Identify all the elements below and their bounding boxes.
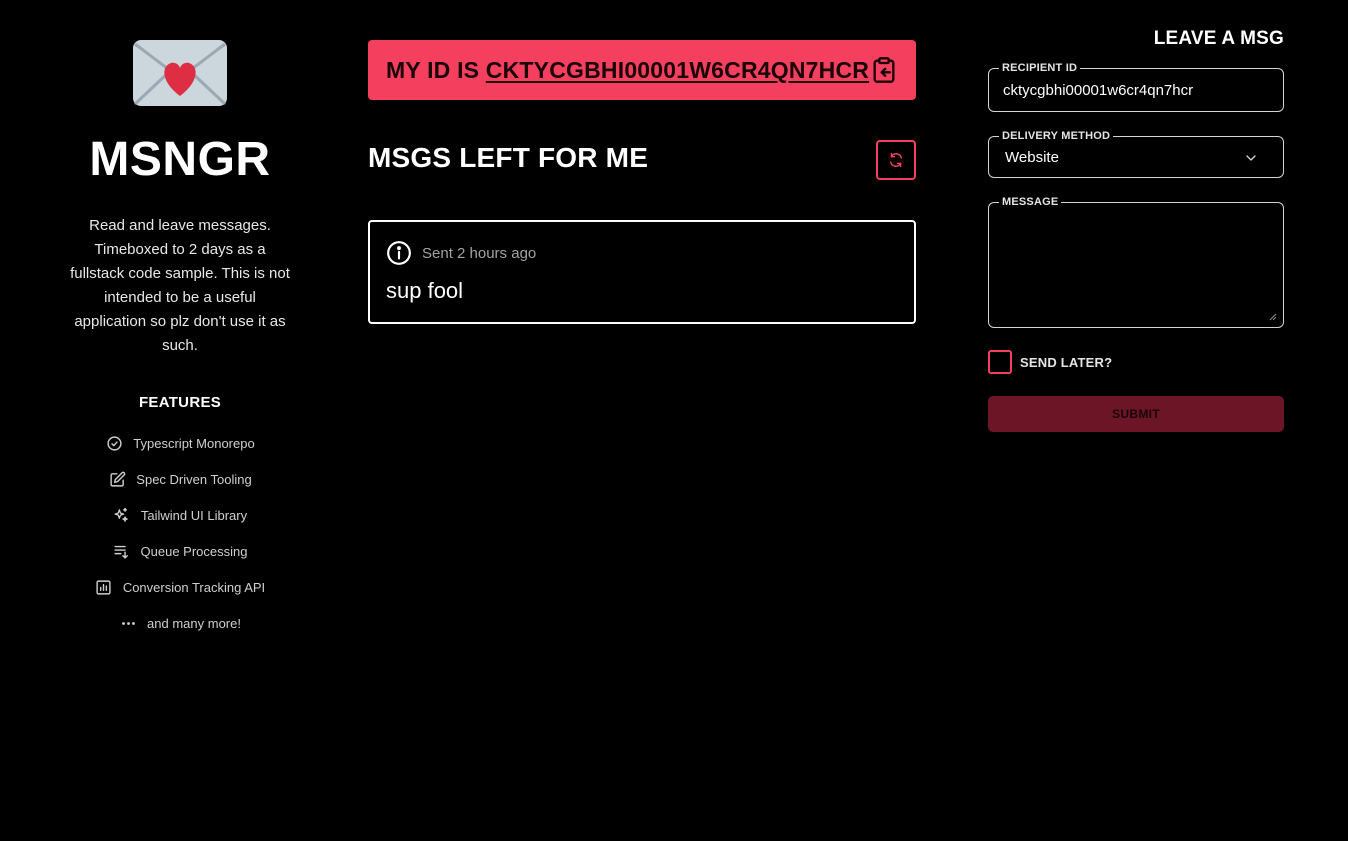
edit-icon — [108, 470, 126, 488]
chevron-down-icon — [1246, 155, 1256, 161]
feature-item-typescript-monorepo: Typescript Monorepo — [60, 425, 300, 461]
submit-button[interactable]: SUBMIT — [988, 396, 1284, 432]
feature-label: and many more! — [147, 615, 241, 631]
features-heading: FEATURES — [138, 394, 222, 411]
recipient-id-label: RECIPIENT ID — [999, 61, 1081, 75]
feature-item-conversion-tracking-api: Conversion Tracking API — [60, 569, 300, 605]
feature-item-tailwind-ui-library: Tailwind UI Library — [60, 497, 300, 533]
more-icon — [119, 614, 137, 632]
delivery-method-select[interactable]: DELIVERY METHOD Website — [988, 129, 1284, 178]
feature-item-spec-driven-tooling: Spec Driven Tooling — [60, 461, 300, 497]
sidebar: MSNGR Read and leave messages. Timeboxed… — [60, 30, 300, 641]
message-field: MESSAGE — [988, 195, 1284, 328]
feature-label: Spec Driven Tooling — [136, 471, 252, 487]
copy-id-button[interactable] — [869, 55, 898, 85]
feature-label: Queue Processing — [140, 543, 248, 559]
app-title: MSNGR — [89, 133, 271, 186]
form-heading: LEAVE A MSG — [1153, 28, 1284, 49]
chart-icon — [95, 578, 113, 596]
message-label: MESSAGE — [999, 195, 1062, 209]
delivery-method-label: DELIVERY METHOD — [999, 129, 1114, 143]
info-icon — [386, 240, 412, 266]
message-card: Sent 2 hours ago sup fool — [368, 220, 916, 324]
message-meta: Sent 2 hours ago — [386, 240, 898, 266]
my-id-prefix: MY ID IS — [386, 56, 486, 83]
features-list: Typescript Monorepo Spec Driven Tooling … — [60, 425, 300, 641]
message-timestamp: Sent 2 hours ago — [422, 244, 537, 262]
send-later-row: SEND LATER? — [988, 350, 1112, 374]
my-id-text: MY ID IS CKTYCGBHI00001W6CR4QN7HCR — [386, 57, 869, 84]
feature-label: Tailwind UI Library — [140, 507, 248, 523]
messages-heading: MSGS LEFT FOR ME — [368, 142, 649, 173]
feature-label: Typescript Monorepo — [133, 435, 255, 451]
refresh-icon — [890, 152, 902, 168]
app-description: Read and leave messages. Timeboxed to 2 … — [70, 217, 290, 354]
refresh-messages-button[interactable] — [876, 140, 916, 180]
delivery-method-value: Website — [1005, 149, 1059, 166]
my-id-banner: MY ID IS CKTYCGBHI00001W6CR4QN7HCR — [368, 40, 916, 100]
queue-icon — [113, 542, 131, 560]
clipboard-copy-icon — [873, 57, 895, 83]
message-body: sup fool — [386, 278, 464, 303]
feature-item-queue-processing: Queue Processing — [60, 533, 300, 569]
check-badge-icon — [105, 434, 123, 452]
send-later-checkbox[interactable] — [988, 350, 1012, 374]
send-later-label[interactable]: SEND LATER? — [1020, 355, 1112, 370]
my-id-value[interactable]: CKTYCGBHI00001W6CR4QN7HCR — [486, 57, 869, 83]
love-letter-icon — [131, 38, 229, 108]
sparkles-icon — [113, 506, 131, 524]
resize-grip-icon[interactable] — [1267, 311, 1277, 321]
recipient-id-input[interactable] — [1001, 81, 1271, 100]
message-textarea[interactable] — [1001, 215, 1271, 315]
feature-label: Conversion Tracking API — [122, 579, 266, 595]
recipient-id-field: RECIPIENT ID — [988, 61, 1284, 112]
feature-item-and-many-more: and many more! — [60, 605, 300, 641]
